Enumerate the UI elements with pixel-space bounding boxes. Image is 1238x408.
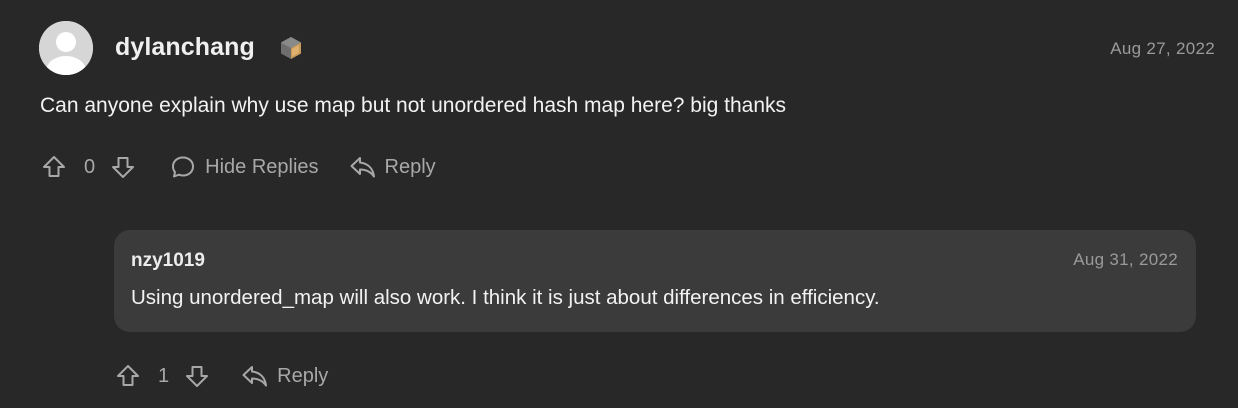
reply-arrow-icon bbox=[349, 153, 377, 181]
downvote-icon[interactable] bbox=[183, 362, 211, 390]
comment-date: Aug 27, 2022 bbox=[1110, 39, 1215, 58]
comment-username[interactable]: dylanchang bbox=[115, 33, 255, 62]
reply-button[interactable]: Reply bbox=[349, 153, 436, 181]
reply-arrow-icon bbox=[241, 362, 269, 390]
comment-actions: 0 Hide Replies Reply bbox=[40, 153, 436, 181]
vote-count: 0 bbox=[84, 155, 96, 178]
hide-replies-label: Hide Replies bbox=[205, 155, 319, 178]
avatar[interactable] bbox=[39, 21, 93, 75]
hide-replies-button[interactable]: Hide Replies bbox=[169, 153, 319, 181]
discussion-thread: dylanchang Aug 27, 2022 Can anyone expla… bbox=[0, 0, 1238, 408]
reply-card: nzy1019 Aug 31, 2022 Using unordered_map… bbox=[114, 230, 1196, 332]
reply-actions: 1 Reply bbox=[114, 362, 328, 390]
upvote-icon[interactable] bbox=[40, 153, 68, 181]
reply-body: Using unordered_map will also work. I th… bbox=[131, 286, 880, 309]
reply-label: Reply bbox=[277, 364, 329, 387]
reply-button[interactable]: Reply bbox=[241, 362, 328, 390]
user-avatar-icon bbox=[39, 21, 93, 75]
downvote-icon[interactable] bbox=[109, 153, 137, 181]
reply-username[interactable]: nzy1019 bbox=[131, 250, 205, 272]
upvote-icon[interactable] bbox=[114, 362, 142, 390]
reply-label: Reply bbox=[384, 155, 436, 178]
comment-bubble-icon bbox=[169, 153, 197, 181]
vote-count: 1 bbox=[158, 364, 170, 387]
comment-body: Can anyone explain why use map but not u… bbox=[40, 94, 786, 117]
reply-date: Aug 31, 2022 bbox=[1073, 250, 1178, 269]
badge-icon bbox=[278, 35, 304, 61]
